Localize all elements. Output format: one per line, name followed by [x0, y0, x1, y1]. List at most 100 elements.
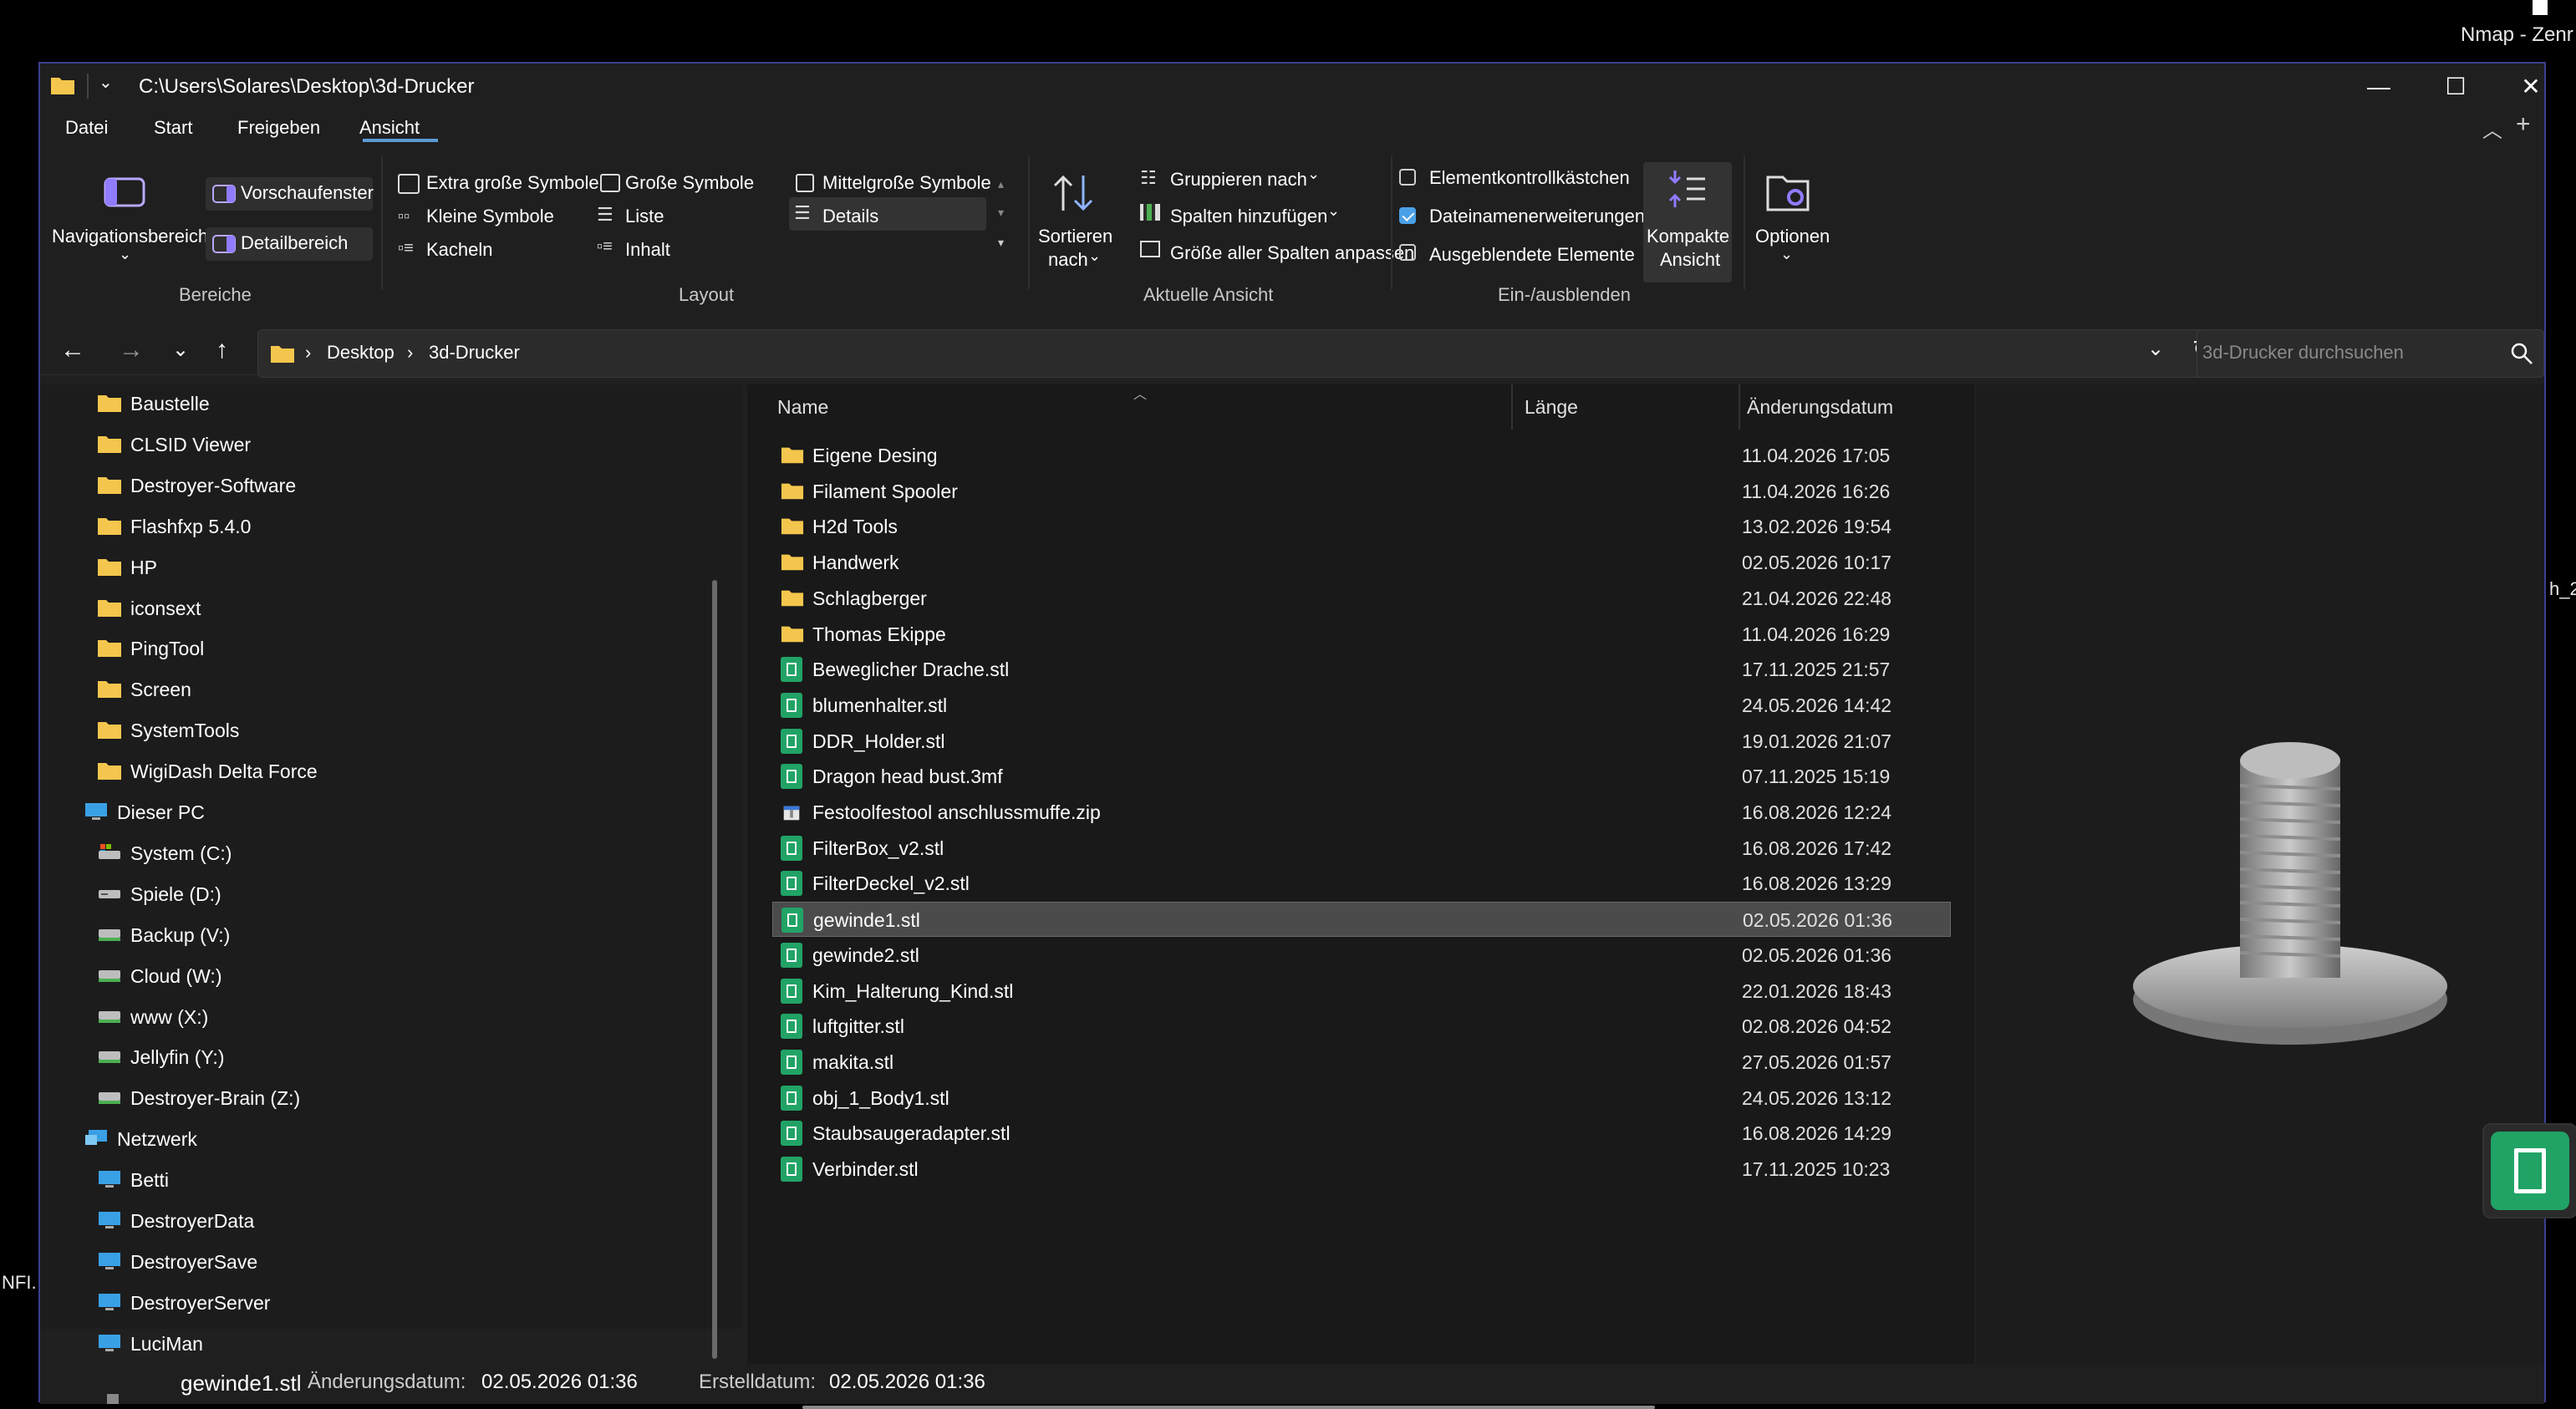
file-row[interactable]: Thomas Ekippe 11.04.2026 16:29 [772, 617, 1951, 652]
file-row[interactable]: Staubsaugeradapter.stl 16.08.2026 14:29 [772, 1116, 1951, 1151]
search-icon[interactable] [2510, 342, 2533, 365]
new-tab-icon[interactable]: + [2516, 110, 2531, 139]
tab-freigeben[interactable]: Freigeben [237, 117, 320, 139]
group-label-aktuelle-ansicht: Aktuelle Ansicht [1143, 284, 1274, 305]
ausgeblendete-elemente-checkbox[interactable] [1399, 244, 1416, 261]
column-header-name[interactable]: Name [777, 396, 828, 419]
file-row[interactable]: Beweglicher Drache.stl 17.11.2025 21:57 [772, 652, 1951, 687]
kompakte-label[interactable]: Kompakte [1647, 226, 1729, 247]
horizontal-scrollbar[interactable] [802, 1406, 1655, 1409]
computer-icon [84, 801, 109, 821]
file-row[interactable]: obj_1_Body1.stl 24.05.2026 13:12 [772, 1081, 1951, 1116]
back-button[interactable]: ← [60, 336, 85, 364]
options-icon[interactable] [1765, 170, 1810, 212]
tab-ansicht[interactable]: Ansicht [359, 117, 420, 139]
close-button[interactable]: ✕ [2507, 70, 2554, 104]
kleine-symbole-option[interactable]: Kleine Symbole [426, 206, 554, 227]
file-row[interactable]: H2d Tools 13.02.2026 19:54 [772, 509, 1951, 544]
inhalt-option[interactable]: Inhalt [625, 239, 670, 261]
desktop-nmap-label[interactable]: Nmap - Zenr [2461, 23, 2573, 47]
sort-ascending-icon: ︿ [1133, 388, 1148, 402]
layout-scroll-up-icon[interactable]: ▴ [998, 177, 1004, 191]
tab-datei[interactable]: Datei [65, 117, 108, 139]
qat-dropdown-icon[interactable]: ⌄ [99, 72, 113, 93]
column-header-length[interactable]: Länge [1525, 396, 1578, 419]
sortieren-nach-label[interactable]: nach [1048, 249, 1088, 271]
file-row[interactable]: gewinde1.stl 02.05.2026 01:36 [772, 902, 1951, 938]
breadcrumb-separator-icon[interactable]: › [305, 342, 311, 364]
forward-button[interactable]: → [119, 336, 144, 364]
nav-item-label: System (C:) [130, 842, 232, 864]
app-badge-icon[interactable] [2482, 1123, 2576, 1218]
sortieren-dropdown-icon[interactable]: ⌄ [1088, 247, 1101, 265]
file-row[interactable]: Eigene Desing 11.04.2026 17:05 [772, 438, 1951, 473]
file-date: 16.08.2026 12:24 [1742, 801, 1892, 823]
layout-expand-icon[interactable]: ▾ [998, 236, 1004, 250]
column-separator[interactable] [1511, 384, 1513, 430]
file-row[interactable]: luftgitter.stl 02.08.2026 04:52 [772, 1009, 1951, 1044]
address-history-dropdown-icon[interactable]: ⌄ [2147, 337, 2164, 361]
layout-scroll-down-icon[interactable]: ▾ [998, 206, 1004, 220]
file-row[interactable]: Dragon head bust.3mf 07.11.2025 15:19 [772, 759, 1951, 794]
detailbereich-button[interactable]: Detailbereich [241, 232, 348, 254]
gruppieren-dropdown-icon[interactable]: ⌄ [1307, 165, 1320, 183]
file-row[interactable]: Handwerk 02.05.2026 10:17 [772, 545, 1951, 580]
file-name: Thomas Ekippe [812, 623, 946, 645]
gruppieren-nach-button[interactable]: Gruppieren nach [1170, 169, 1307, 191]
elementkontrollkaestchen-label[interactable]: Elementkontrollkästchen [1429, 167, 1630, 189]
compact-view-icon[interactable] [1665, 167, 1708, 211]
dateinamenerweiterungen-checkbox[interactable] [1399, 207, 1416, 224]
spalten-hinzufuegen-button[interactable]: Spalten hinzufügen [1170, 206, 1327, 227]
minimize-button[interactable]: — [2355, 70, 2402, 104]
dateinamenerweiterungen-label[interactable]: Dateinamenerweiterungen [1429, 206, 1645, 227]
collapse-ribbon-icon[interactable]: ︿ [2482, 114, 2502, 143]
kompakte-ansicht-label[interactable]: Ansicht [1660, 249, 1720, 271]
nav-scrollbar[interactable] [712, 580, 717, 1359]
extra-grosse-symbole-option[interactable]: Extra große Symbole [426, 172, 599, 194]
breadcrumb-separator-icon[interactable]: › [407, 342, 413, 364]
spalten-dropdown-icon[interactable]: ⌄ [1327, 202, 1340, 220]
file-row[interactable]: Schlagberger 21.04.2026 22:48 [772, 581, 1951, 616]
ausgeblendete-elemente-label[interactable]: Ausgeblendete Elemente [1429, 244, 1635, 266]
file-row[interactable]: gewinde2.stl 02.05.2026 01:36 [772, 938, 1951, 973]
file-row[interactable]: FilterDeckel_v2.stl 16.08.2026 13:29 [772, 866, 1951, 901]
search-input[interactable]: 3d-Drucker durchsuchen [2202, 342, 2404, 364]
sort-icon[interactable] [1050, 172, 1097, 214]
maximize-button[interactable]: ☐ [2432, 70, 2479, 104]
details-option[interactable]: Details [822, 206, 878, 227]
grosse-symbole-option[interactable]: Große Symbole [625, 172, 754, 194]
address-bar[interactable]: › Desktop › 3d-Drucker ⌄ ↻ [257, 329, 2233, 378]
folder-icon [97, 475, 122, 495]
file-row[interactable]: FilterBox_v2.stl 16.08.2026 17:42 [772, 831, 1951, 866]
recent-locations-icon[interactable]: ⌄ [172, 338, 189, 362]
groesse-aller-spalten-button[interactable]: Größe aller Spalten anpassen [1170, 242, 1414, 264]
file-row[interactable]: makita.stl 27.05.2026 01:57 [772, 1045, 1951, 1080]
search-box[interactable]: 3d-Drucker durchsuchen [2197, 329, 2544, 378]
optionen-dropdown-icon[interactable]: ⌄ [1780, 246, 1793, 263]
kacheln-option[interactable]: Kacheln [426, 239, 493, 261]
column-header-date[interactable]: Änderungsdatum [1747, 396, 1893, 419]
optionen-button[interactable]: Optionen [1755, 226, 1830, 247]
liste-option[interactable]: Liste [625, 206, 664, 227]
file-row[interactable]: Festoolfestool anschlussmuffe.zip 16.08.2… [772, 795, 1951, 830]
elementkontrollkaestchen-checkbox[interactable] [1399, 169, 1416, 186]
details-created-label: Erstelldatum: [699, 1371, 817, 1393]
file-row[interactable]: DDR_Holder.stl 19.01.2026 21:07 [772, 724, 1951, 759]
file-row[interactable]: blumenhalter.stl 24.05.2026 14:42 [772, 688, 1951, 723]
ribbon-separator [1028, 155, 1030, 289]
content-view-icon: ▫≡ [597, 237, 613, 256]
mittelgrosse-symbole-option[interactable]: Mittelgroße Symbole [822, 172, 991, 194]
breadcrumb-3d-drucker[interactable]: 3d-Drucker [429, 342, 520, 364]
navigation-pane-icon[interactable] [104, 175, 145, 209]
sortieren-label[interactable]: Sortieren [1038, 226, 1112, 247]
navigationsbereich-dropdown-icon[interactable]: ⌄ [119, 246, 131, 263]
navigationsbereich-button[interactable]: Navigationsbereich [52, 226, 208, 247]
file-row[interactable]: Filament Spooler 11.04.2026 16:26 [772, 474, 1951, 509]
tab-start[interactable]: Start [154, 117, 192, 139]
up-button[interactable]: ↑ [216, 336, 228, 364]
column-separator[interactable] [1739, 384, 1740, 430]
vorschaufenster-button[interactable]: Vorschaufenster [241, 182, 374, 204]
file-row[interactable]: Verbinder.stl 17.11.2025 10:23 [772, 1152, 1951, 1187]
breadcrumb-desktop[interactable]: Desktop [327, 342, 395, 364]
file-row[interactable]: Kim_Halterung_Kind.stl 22.01.2026 18:43 [772, 974, 1951, 1009]
